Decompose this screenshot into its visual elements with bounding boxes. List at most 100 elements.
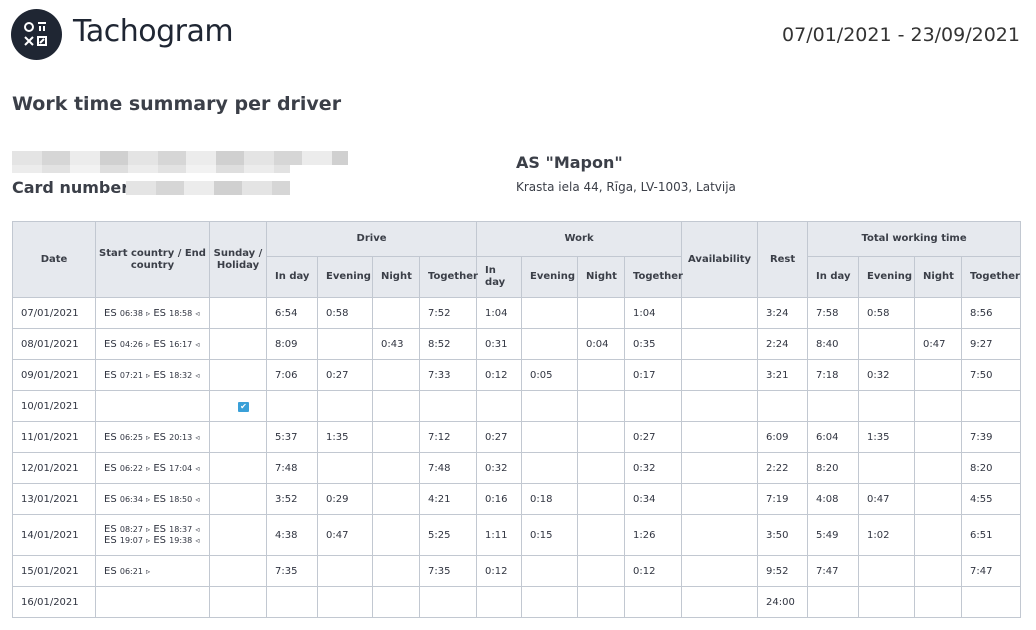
end-country: ES [153, 535, 166, 546]
drive-together-cell: 8:52 [418, 328, 478, 360]
end-country: ES [153, 493, 166, 505]
country-cell: ES 08:27 ▹ ES 18:37 ◃ ES 19:07 ▹ ES 19:38… [95, 514, 210, 556]
subheader-night: Night [914, 256, 963, 298]
start-time: 07:21 [119, 370, 143, 380]
start-country: ES [104, 462, 117, 474]
rest-cell: 7:19 [757, 483, 809, 515]
total-together-cell: 7:50 [961, 359, 1022, 391]
availability-cell [681, 359, 759, 391]
driver-name-redacted-shadow [12, 163, 290, 173]
work-night-cell [577, 483, 626, 515]
drive-evening-cell [317, 390, 373, 422]
work-evening-cell: 0:05 [521, 359, 579, 391]
subheader-together: Together [961, 256, 1022, 298]
arrow-left-icon: ◃ [195, 370, 200, 380]
drive-together-cell: 7:48 [418, 452, 478, 484]
header-total: Total working time [807, 221, 1022, 257]
date-cell: 08/01/2021 [12, 328, 96, 360]
sunday-holiday-cell: ✔ [209, 390, 267, 422]
drive-together-cell [418, 390, 478, 422]
total-in-day-cell: 8:20 [807, 452, 860, 484]
drive-in-day-cell [266, 390, 318, 422]
start-time: 19:07 [119, 536, 143, 545]
country-segment: ES 06:38 ▹ ES 18:58 ◃ [104, 308, 209, 319]
drive-evening-cell: 1:35 [317, 421, 373, 453]
work-in-day-cell: 1:11 [476, 514, 523, 556]
table-row: 08/01/2021 ES 04:26 ▹ ES 16:17 ◃ 8:09 0:43 8… [12, 328, 1022, 360]
drive-together-cell: 4:21 [418, 483, 478, 515]
drive-night-cell [372, 421, 420, 453]
work-evening-cell [521, 328, 579, 360]
work-evening-cell [521, 586, 579, 618]
work-time-table: Date Start country / End country Sunday … [12, 221, 1022, 618]
drive-together-cell: 7:33 [418, 359, 478, 391]
start-time: 06:22 [119, 463, 143, 473]
arrow-right-icon: ▹ [146, 463, 151, 473]
start-country: ES [104, 369, 117, 381]
sunday-holiday-cell [209, 359, 267, 391]
drive-night-cell [372, 452, 420, 484]
drive-together-cell [418, 586, 478, 618]
rest-cell: 2:22 [757, 452, 809, 484]
sunday-holiday-cell [209, 297, 267, 329]
drive-in-day-cell: 7:35 [266, 555, 318, 587]
drive-in-day-cell [266, 586, 318, 618]
card-number-label: Card number: [12, 178, 136, 197]
total-together-cell: 8:56 [961, 297, 1022, 329]
country-segment: ES 08:27 ▹ ES 18:37 ◃ [104, 524, 209, 535]
subheader-evening: Evening [858, 256, 916, 298]
arrow-right-icon: ▹ [146, 339, 151, 349]
arrow-left-icon: ◃ [195, 339, 200, 349]
start-time: 08:27 [119, 525, 143, 534]
availability-cell [681, 586, 759, 618]
total-evening-cell: 1:35 [858, 421, 916, 453]
drive-together-cell: 7:52 [418, 297, 478, 329]
table-row: 07/01/2021 ES 06:38 ▹ ES 18:58 ◃ 6:54 0:58 7… [12, 297, 1022, 329]
date-cell: 14/01/2021 [12, 514, 96, 556]
end-time: 17:04 [169, 463, 193, 473]
date-cell: 09/01/2021 [12, 359, 96, 391]
subheader-in-day: In day [807, 256, 860, 298]
availability-cell [681, 390, 759, 422]
total-together-cell [961, 586, 1022, 618]
work-together-cell: 1:04 [624, 297, 683, 329]
subheader-together: Together [624, 256, 683, 298]
work-in-day-cell: 0:16 [476, 483, 523, 515]
total-together-cell: 6:51 [961, 514, 1022, 556]
country-cell [95, 586, 210, 618]
rest-cell: 3:24 [757, 297, 809, 329]
rest-cell: 2:24 [757, 328, 809, 360]
work-night-cell [577, 390, 626, 422]
work-night-cell: 0:04 [577, 328, 626, 360]
drive-night-cell [372, 514, 420, 556]
start-country: ES [104, 565, 117, 577]
work-together-cell [624, 586, 683, 618]
country-cell: ES 06:22 ▹ ES 17:04 ◃ [95, 452, 210, 484]
country-cell: ES 07:21 ▹ ES 18:32 ◃ [95, 359, 210, 391]
work-evening-cell [521, 452, 579, 484]
drive-in-day-cell: 7:48 [266, 452, 318, 484]
arrow-right-icon: ▹ [146, 432, 151, 442]
total-evening-cell: 0:47 [858, 483, 916, 515]
arrow-right-icon: ▹ [146, 494, 151, 504]
arrow-left-icon: ◃ [195, 525, 200, 534]
end-country: ES [153, 369, 166, 381]
drive-in-day-cell: 7:06 [266, 359, 318, 391]
sunday-holiday-cell [209, 483, 267, 515]
country-segment: ES 06:22 ▹ ES 17:04 ◃ [104, 463, 209, 474]
header-work: Work [476, 221, 683, 257]
country-segment: ES 06:34 ▹ ES 18:50 ◃ [104, 494, 209, 505]
total-together-cell [961, 390, 1022, 422]
total-in-day-cell: 6:04 [807, 421, 860, 453]
work-in-day-cell: 0:12 [476, 359, 523, 391]
end-time: 18:37 [169, 525, 193, 534]
total-in-day-cell: 5:49 [807, 514, 860, 556]
drive-together-cell: 7:12 [418, 421, 478, 453]
table-row: 15/01/2021 ES 06:21 ▹ 7:35 7:35 0:12 0:12 9:5… [12, 555, 1022, 587]
total-night-cell: 0:47 [914, 328, 963, 360]
work-evening-cell: 0:18 [521, 483, 579, 515]
subheader-together: Together [418, 256, 478, 298]
total-evening-cell [858, 452, 916, 484]
drive-in-day-cell: 3:52 [266, 483, 318, 515]
drive-in-day-cell: 4:38 [266, 514, 318, 556]
